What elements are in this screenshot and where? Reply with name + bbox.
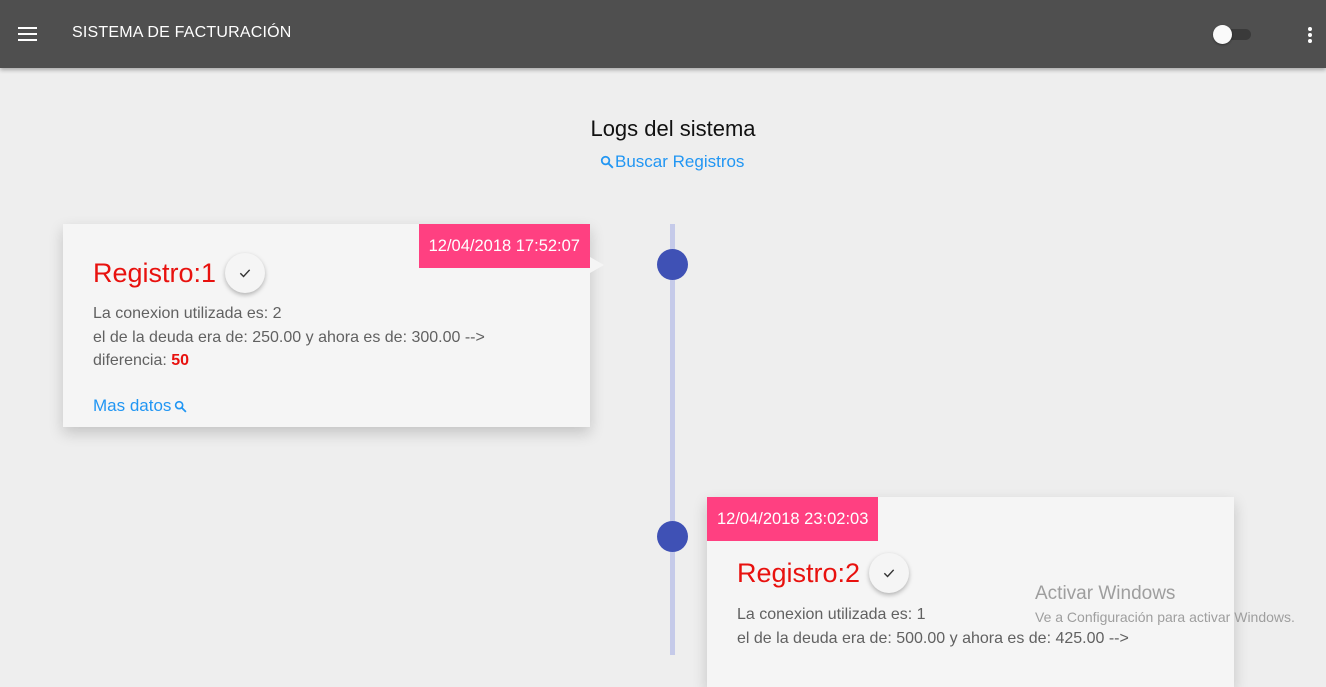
more-data-link[interactable]: Mas datos [93,396,187,416]
windows-activation-watermark: Activar Windows Ve a Configuración para … [1035,583,1295,625]
timeline-dot [657,249,688,280]
timeline-line [670,224,675,655]
difference-value: 50 [171,352,190,369]
connection-line: La conexion utilizada es: 2 [93,305,282,322]
check-icon [883,569,895,578]
toggle-knob [1213,25,1232,44]
difference-label: diferencia: [93,352,167,369]
registro-title-text: Registro:2 [737,557,861,588]
search-icon [600,155,614,169]
check-button[interactable] [869,553,910,593]
difference-line: diferencia: 50 [93,349,485,373]
date-badge: 12/04/2018 23:02:03 [707,497,879,541]
more-vert-icon[interactable] [1308,27,1314,45]
timeline-dot [657,521,688,552]
search-icon [175,400,187,413]
date-badge: 12/04/2018 17:52:07 [418,224,590,268]
menu-icon[interactable] [18,27,37,41]
registro-title-text: Registro:1 [93,257,217,288]
registro-title: Registro:2 [737,553,910,593]
watermark-subtitle: Ve a Configuración para activar Windows. [1035,609,1295,625]
app-title: SISTEMA DE FACTURACIÓN [72,24,292,41]
check-button[interactable] [225,253,266,293]
registro-title: Registro:1 [93,253,266,293]
check-icon [239,269,251,278]
debt-line: el de la deuda era de: 250.00 y ahora es… [93,328,485,346]
app-bar: SISTEMA DE FACTURACIÓN [0,0,1326,68]
log-details: La conexion utilizada es: 2 el de la deu… [93,302,485,373]
watermark-title: Activar Windows [1035,583,1176,604]
search-records-link[interactable]: Buscar Registros [600,152,744,172]
search-records-label: Buscar Registros [615,152,745,171]
debt-line: el de la deuda era de: 500.00 y ahora es… [737,629,1129,647]
more-data-label: Mas datos [93,396,172,415]
log-card: 12/04/2018 17:52:07 Registro:1 La conexi… [63,224,604,427]
theme-toggle[interactable] [1213,25,1251,44]
page-title: Logs del sistema [590,116,756,141]
